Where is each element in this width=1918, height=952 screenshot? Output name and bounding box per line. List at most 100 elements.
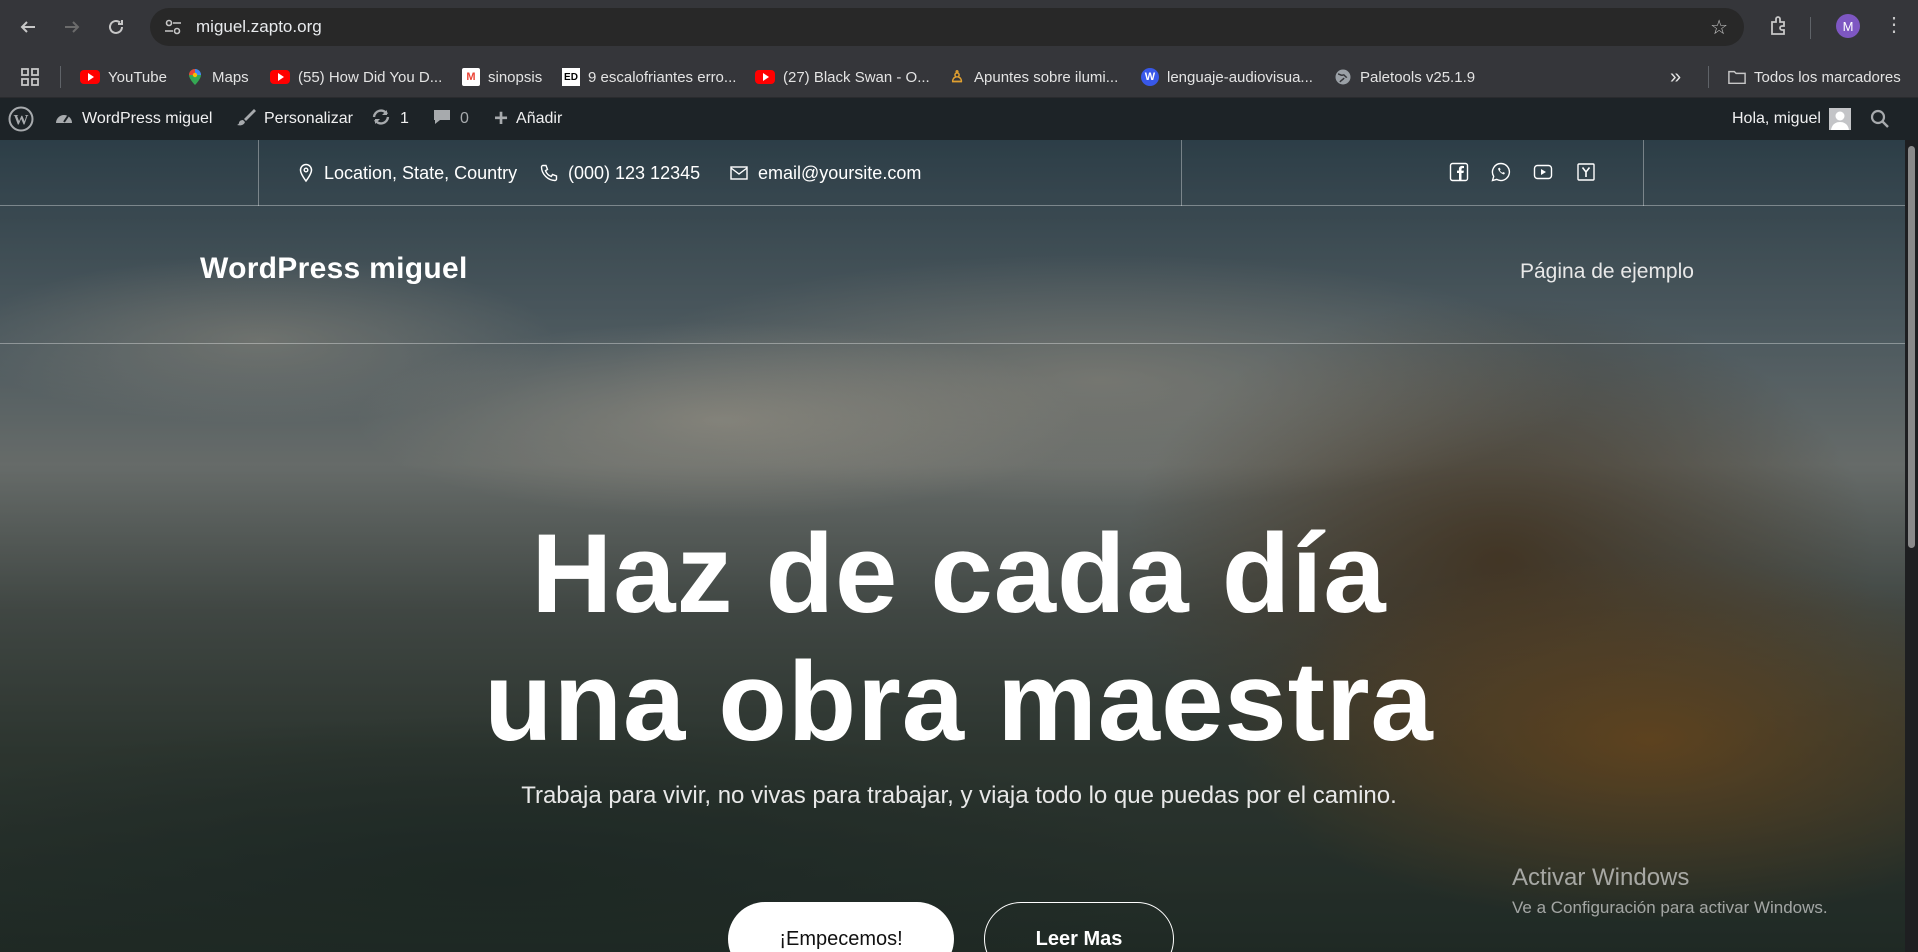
back-icon[interactable] [14, 13, 42, 41]
folder-icon [1728, 68, 1746, 86]
bookmark-apuntes[interactable]: ♙ Apuntes sobre ilumi... [948, 56, 1118, 98]
bookmark-label: (55) How Did You D... [298, 68, 443, 86]
bookmark-how-did-you[interactable]: (55) How Did You D... [270, 56, 442, 98]
site-hero: Location, State, Country (000) 123 12345… [0, 140, 1918, 952]
youtube-icon [270, 70, 290, 84]
read-more-button[interactable]: Leer Mas [984, 902, 1174, 952]
wordpress-icon: W [1141, 68, 1159, 86]
address-bar[interactable]: miguel.zapto.org ☆ [150, 8, 1744, 46]
youtube-icon [80, 70, 100, 84]
watermark-subtitle: Ve a Configuración para activar Windows. [1512, 898, 1828, 917]
topbar-divider [1181, 140, 1182, 206]
reload-icon[interactable] [102, 13, 130, 41]
bookmarks-divider [60, 66, 61, 88]
youtube-social-icon[interactable] [1533, 162, 1553, 182]
brush-icon [236, 108, 256, 131]
wp-admin-bar: W WordPress miguel Personalizar 1 0 + Añ… [0, 98, 1918, 140]
wp-search-icon[interactable] [1870, 98, 1890, 140]
wordpress-logo-icon[interactable]: W [8, 98, 34, 140]
browser-toolbar: miguel.zapto.org ☆ M ⋮ [0, 0, 1918, 56]
all-bookmarks-label: Todos los marcadores [1754, 68, 1901, 86]
forward-icon[interactable] [58, 13, 86, 41]
wp-updates-count: 1 [400, 110, 409, 127]
user-avatar [1828, 108, 1851, 130]
url-text[interactable]: miguel.zapto.org [196, 17, 322, 37]
all-bookmarks-folder[interactable]: Todos los marcadores [1728, 56, 1901, 98]
svg-text:W: W [14, 113, 29, 129]
bookmark-label: 9 escalofriantes erro... [588, 68, 737, 86]
youtube-icon [755, 70, 775, 84]
phone-icon [540, 164, 558, 182]
wp-customize-label: Personalizar [264, 110, 353, 127]
site-brand[interactable]: WordPress miguel [200, 252, 468, 286]
wp-account-menu[interactable]: Hola, miguel [1732, 98, 1851, 140]
site-info-icon[interactable] [164, 18, 182, 36]
phone-text: (000) 123 12345 [568, 162, 701, 183]
watermark-title: Activar Windows [1512, 864, 1690, 891]
gmail-icon: M [462, 68, 480, 86]
topbar-divider [1643, 140, 1644, 206]
bookmarks-bar: YouTube Maps (55) How Did You D... M sin… [0, 56, 1918, 98]
facebook-icon[interactable] [1449, 162, 1469, 182]
hero-title-line1: Haz de cada día [531, 511, 1387, 636]
email-text: email@yoursite.com [758, 162, 922, 183]
location-text: Location, State, Country [324, 162, 518, 183]
whatsapp-icon[interactable] [1491, 162, 1511, 182]
hero-title: Haz de cada día una obra maestra [0, 510, 1918, 766]
wp-comments-count: 0 [460, 110, 469, 127]
wp-customize-link[interactable]: Personalizar [236, 98, 353, 140]
wp-add-new-link[interactable]: + Añadir [494, 98, 562, 140]
bookmark-black-swan[interactable]: (27) Black Swan - O... [755, 56, 930, 98]
globe-icon [1334, 68, 1352, 86]
wp-comments-link[interactable]: 0 [432, 98, 469, 140]
nav-link-sample-page[interactable]: Página de ejemplo [1520, 260, 1694, 284]
bookmark-label: sinopsis [488, 68, 543, 86]
topbar-phone[interactable]: (000) 123 12345 [540, 140, 700, 206]
extensions-icon[interactable] [1768, 14, 1790, 36]
updates-icon [370, 108, 392, 131]
maps-icon [186, 68, 204, 86]
wp-add-new-label: Añadir [516, 110, 563, 127]
bookmarks-divider [1708, 66, 1709, 88]
windows-activation-watermark: Activar Windows Ve a Configuración para … [1512, 864, 1828, 918]
yelp-icon[interactable] [1576, 162, 1596, 182]
hero-subtitle: Trabaja para vivir, no vivas para trabaj… [521, 782, 1397, 809]
site-topbar: Location, State, Country (000) 123 12345… [0, 140, 1918, 206]
ed-icon: ED [562, 68, 580, 86]
bookmarks-overflow-button[interactable]: » [1670, 56, 1681, 98]
topbar-divider [258, 140, 259, 206]
profile-avatar[interactable]: M [1836, 14, 1860, 38]
topbar-location: Location, State, Country [298, 140, 517, 206]
bookmark-label: lenguaje-audiovisua... [1167, 68, 1313, 86]
plus-icon: + [494, 105, 509, 132]
wp-site-name: WordPress miguel [82, 110, 213, 127]
bookmark-maps[interactable]: Maps [186, 56, 249, 98]
apps-grid-icon[interactable] [20, 56, 40, 98]
site-header: WordPress miguel Página de ejemplo [0, 206, 1918, 344]
bookmark-lenguaje[interactable]: W lenguaje-audiovisua... [1141, 56, 1313, 98]
get-started-button[interactable]: ¡Empecemos! [728, 902, 954, 952]
dashboard-gauge-icon [54, 109, 74, 130]
figure-icon: ♙ [949, 69, 965, 86]
page-scrollbar[interactable] [1905, 140, 1918, 952]
bookmark-youtube[interactable]: YouTube [80, 56, 167, 98]
bookmark-label: Maps [212, 68, 249, 86]
bookmark-label: (27) Black Swan - O... [783, 68, 930, 86]
hero-title-line2: una obra maestra [484, 639, 1434, 764]
bookmark-sinopsis[interactable]: M sinopsis [462, 56, 542, 98]
mail-icon [730, 166, 748, 180]
bookmark-star-icon[interactable]: ☆ [1710, 15, 1728, 40]
wp-updates-link[interactable]: 1 [370, 98, 409, 140]
scrollbar-thumb[interactable] [1908, 146, 1915, 548]
bookmark-escalofriantes[interactable]: ED 9 escalofriantes erro... [562, 56, 736, 98]
bookmark-label: YouTube [108, 68, 167, 86]
bookmark-label: Apuntes sobre ilumi... [974, 68, 1119, 86]
topbar-email[interactable]: email@yoursite.com [730, 140, 921, 206]
wp-site-name-link[interactable]: WordPress miguel [54, 98, 212, 140]
location-pin-icon [299, 163, 313, 183]
bookmark-paletools[interactable]: Paletools v25.1.9 [1334, 56, 1475, 98]
browser-menu-icon[interactable]: ⋮ [1884, 12, 1904, 38]
wp-greeting: Hola, miguel [1732, 110, 1821, 127]
toolbar-divider [1810, 17, 1811, 39]
bookmark-label: Paletools v25.1.9 [1360, 68, 1476, 86]
